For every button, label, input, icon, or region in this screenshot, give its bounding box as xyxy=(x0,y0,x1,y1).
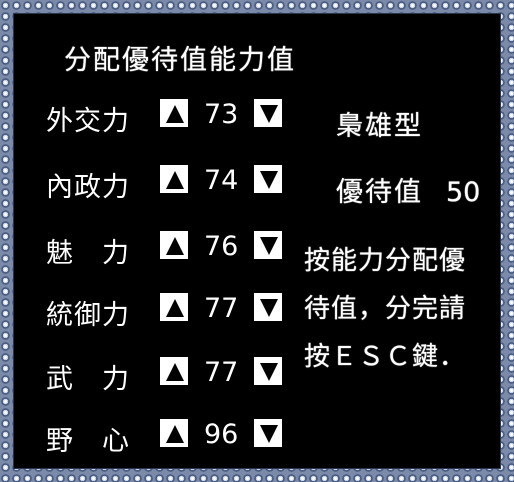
bonus-points-label: 優待值 xyxy=(336,177,423,208)
stat-value: 96 xyxy=(204,419,239,450)
dialog-panel: 分配優待值能力值 外交力 73 內政力 74 魅 力 76 統御力 77 武 力… xyxy=(14,14,500,468)
stat-value: 77 xyxy=(204,357,239,388)
increase-button[interactable] xyxy=(160,99,188,127)
dialog-title: 分配優待值能力值 xyxy=(64,45,296,76)
triangle-up-icon xyxy=(166,299,184,317)
decrease-button[interactable] xyxy=(254,293,282,321)
triangle-up-icon xyxy=(166,237,184,255)
triangle-down-icon xyxy=(260,299,278,317)
decrease-button[interactable] xyxy=(254,357,282,385)
stat-value: 74 xyxy=(204,165,239,196)
decrease-button[interactable] xyxy=(254,231,282,259)
stat-value: 73 xyxy=(204,99,239,130)
increase-button[interactable] xyxy=(160,293,188,321)
increase-button[interactable] xyxy=(160,419,188,447)
increase-button[interactable] xyxy=(160,231,188,259)
stat-label: 野 心 xyxy=(46,426,130,457)
triangle-down-icon xyxy=(260,105,278,123)
triangle-up-icon xyxy=(166,171,184,189)
triangle-up-icon xyxy=(166,363,184,381)
decrease-button[interactable] xyxy=(254,99,282,127)
triangle-down-icon xyxy=(260,171,278,189)
increase-button[interactable] xyxy=(160,165,188,193)
stat-label: 內政力 xyxy=(46,172,130,203)
instruction-line-2: 待值，分完請 xyxy=(304,294,467,324)
triangle-down-icon xyxy=(260,237,278,255)
stat-value: 76 xyxy=(204,231,239,262)
triangle-down-icon xyxy=(260,425,278,443)
character-type: 梟雄型 xyxy=(336,111,423,142)
increase-button[interactable] xyxy=(160,357,188,385)
triangle-down-icon xyxy=(260,363,278,381)
stat-value: 77 xyxy=(204,293,239,324)
triangle-up-icon xyxy=(166,105,184,123)
instruction-line-1: 按能力分配優 xyxy=(304,246,467,276)
stat-label: 魅 力 xyxy=(46,238,130,269)
decrease-button[interactable] xyxy=(254,165,282,193)
decrease-button[interactable] xyxy=(254,419,282,447)
stat-label: 統御力 xyxy=(46,300,130,331)
stat-label: 武 力 xyxy=(46,364,130,395)
instruction-line-3: 按ＥＳＣ鍵． xyxy=(304,342,467,372)
bonus-points-value: 50 xyxy=(446,177,481,208)
triangle-up-icon xyxy=(166,425,184,443)
stat-label: 外交力 xyxy=(46,106,130,137)
